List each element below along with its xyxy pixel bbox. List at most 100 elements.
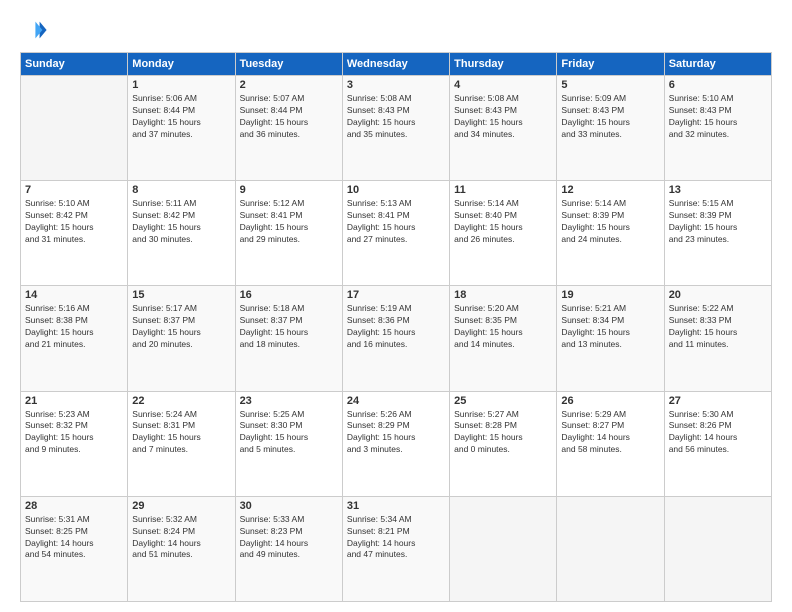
day-number: 7: [25, 184, 123, 196]
day-info: Sunrise: 5:29 AM Sunset: 8:27 PM Dayligh…: [561, 409, 659, 457]
day-info: Sunrise: 5:31 AM Sunset: 8:25 PM Dayligh…: [25, 514, 123, 562]
calendar-cell: 12 Sunrise: 5:14 AM Sunset: 8:39 PM Dayli…: [557, 181, 664, 286]
weekday-header: Tuesday: [235, 53, 342, 76]
day-number: 28: [25, 500, 123, 512]
calendar-cell: 13Sunrise: 5:15 AM Sunset: 8:39 PM Dayli…: [664, 181, 771, 286]
calendar-cell: 8 Sunrise: 5:11 AM Sunset: 8:42 PM Daylig…: [128, 181, 235, 286]
day-number: 9: [240, 184, 338, 196]
weekday-row: SundayMondayTuesdayWednesdayThursdayFrid…: [21, 53, 772, 76]
day-number: 11: [454, 184, 552, 196]
day-info: Sunrise: 5:15 AM Sunset: 8:39 PM Dayligh…: [669, 198, 767, 246]
day-info: Sunrise: 5:16 AM Sunset: 8:38 PM Dayligh…: [25, 303, 123, 351]
day-number: 6: [669, 79, 767, 91]
day-info: Sunrise: 5:19 AM Sunset: 8:36 PM Dayligh…: [347, 303, 445, 351]
weekday-header: Sunday: [21, 53, 128, 76]
weekday-header: Wednesday: [342, 53, 449, 76]
calendar-cell: 23Sunrise: 5:25 AM Sunset: 8:30 PM Dayli…: [235, 391, 342, 496]
calendar-cell: 10 Sunrise: 5:13 AM Sunset: 8:41 PM Dayli…: [342, 181, 449, 286]
day-info: Sunrise: 5:33 AM Sunset: 8:23 PM Dayligh…: [240, 514, 338, 562]
calendar-cell: [557, 496, 664, 601]
logo-icon: [20, 16, 48, 44]
calendar-cell: 19 Sunrise: 5:21 AM Sunset: 8:34 PM Dayli…: [557, 286, 664, 391]
day-number: 18: [454, 289, 552, 301]
calendar-week-row: 21Sunrise: 5:23 AM Sunset: 8:32 PM Dayli…: [21, 391, 772, 496]
calendar-cell: 7 Sunrise: 5:10 AM Sunset: 8:42 PM Daylig…: [21, 181, 128, 286]
calendar-cell: 1 Sunrise: 5:06 AM Sunset: 8:44 PM Daylig…: [128, 76, 235, 181]
calendar: SundayMondayTuesdayWednesdayThursdayFrid…: [20, 52, 772, 602]
day-info: Sunrise: 5:12 AM Sunset: 8:41 PM Dayligh…: [240, 198, 338, 246]
calendar-cell: 14 Sunrise: 5:16 AM Sunset: 8:38 PM Dayli…: [21, 286, 128, 391]
day-info: Sunrise: 5:17 AM Sunset: 8:37 PM Dayligh…: [132, 303, 230, 351]
day-number: 14: [25, 289, 123, 301]
weekday-header: Thursday: [450, 53, 557, 76]
day-info: Sunrise: 5:13 AM Sunset: 8:41 PM Dayligh…: [347, 198, 445, 246]
calendar-week-row: 28 Sunrise: 5:31 AM Sunset: 8:25 PM Dayli…: [21, 496, 772, 601]
calendar-cell: 21Sunrise: 5:23 AM Sunset: 8:32 PM Dayli…: [21, 391, 128, 496]
calendar-cell: 5 Sunrise: 5:09 AM Sunset: 8:43 PM Daylig…: [557, 76, 664, 181]
day-info: Sunrise: 5:08 AM Sunset: 8:43 PM Dayligh…: [347, 93, 445, 141]
page: SundayMondayTuesdayWednesdayThursdayFrid…: [0, 0, 792, 612]
day-info: Sunrise: 5:10 AM Sunset: 8:43 PM Dayligh…: [669, 93, 767, 141]
weekday-header: Friday: [557, 53, 664, 76]
day-number: 27: [669, 395, 767, 407]
day-info: Sunrise: 5:14 AM Sunset: 8:39 PM Dayligh…: [561, 198, 659, 246]
day-number: 17: [347, 289, 445, 301]
calendar-cell: 29 Sunrise: 5:32 AM Sunset: 8:24 PM Dayli…: [128, 496, 235, 601]
calendar-cell: 2Sunrise: 5:07 AM Sunset: 8:44 PM Daylig…: [235, 76, 342, 181]
logo: [20, 16, 52, 44]
day-info: Sunrise: 5:25 AM Sunset: 8:30 PM Dayligh…: [240, 409, 338, 457]
day-number: 4: [454, 79, 552, 91]
calendar-week-row: 7 Sunrise: 5:10 AM Sunset: 8:42 PM Daylig…: [21, 181, 772, 286]
day-number: 19: [561, 289, 659, 301]
day-number: 12: [561, 184, 659, 196]
day-info: Sunrise: 5:10 AM Sunset: 8:42 PM Dayligh…: [25, 198, 123, 246]
calendar-body: 1 Sunrise: 5:06 AM Sunset: 8:44 PM Daylig…: [21, 76, 772, 602]
day-number: 10: [347, 184, 445, 196]
day-info: Sunrise: 5:22 AM Sunset: 8:33 PM Dayligh…: [669, 303, 767, 351]
day-info: Sunrise: 5:11 AM Sunset: 8:42 PM Dayligh…: [132, 198, 230, 246]
day-number: 15: [132, 289, 230, 301]
day-number: 30: [240, 500, 338, 512]
day-info: Sunrise: 5:08 AM Sunset: 8:43 PM Dayligh…: [454, 93, 552, 141]
day-info: Sunrise: 5:06 AM Sunset: 8:44 PM Dayligh…: [132, 93, 230, 141]
calendar-cell: 25 Sunrise: 5:27 AM Sunset: 8:28 PM Dayli…: [450, 391, 557, 496]
calendar-cell: 26 Sunrise: 5:29 AM Sunset: 8:27 PM Dayli…: [557, 391, 664, 496]
calendar-table: SundayMondayTuesdayWednesdayThursdayFrid…: [20, 52, 772, 602]
calendar-cell: 11 Sunrise: 5:14 AM Sunset: 8:40 PM Dayli…: [450, 181, 557, 286]
calendar-cell: 30 Sunrise: 5:33 AM Sunset: 8:23 PM Dayli…: [235, 496, 342, 601]
day-number: 26: [561, 395, 659, 407]
day-info: Sunrise: 5:24 AM Sunset: 8:31 PM Dayligh…: [132, 409, 230, 457]
calendar-cell: 15 Sunrise: 5:17 AM Sunset: 8:37 PM Dayli…: [128, 286, 235, 391]
day-info: Sunrise: 5:27 AM Sunset: 8:28 PM Dayligh…: [454, 409, 552, 457]
calendar-cell: 18 Sunrise: 5:20 AM Sunset: 8:35 PM Dayli…: [450, 286, 557, 391]
day-info: Sunrise: 5:18 AM Sunset: 8:37 PM Dayligh…: [240, 303, 338, 351]
day-info: Sunrise: 5:20 AM Sunset: 8:35 PM Dayligh…: [454, 303, 552, 351]
calendar-cell: [664, 496, 771, 601]
calendar-week-row: 14 Sunrise: 5:16 AM Sunset: 8:38 PM Dayli…: [21, 286, 772, 391]
calendar-cell: 24Sunrise: 5:26 AM Sunset: 8:29 PM Dayli…: [342, 391, 449, 496]
day-info: Sunrise: 5:34 AM Sunset: 8:21 PM Dayligh…: [347, 514, 445, 562]
day-info: Sunrise: 5:14 AM Sunset: 8:40 PM Dayligh…: [454, 198, 552, 246]
day-info: Sunrise: 5:30 AM Sunset: 8:26 PM Dayligh…: [669, 409, 767, 457]
day-number: 29: [132, 500, 230, 512]
day-number: 20: [669, 289, 767, 301]
day-number: 3: [347, 79, 445, 91]
day-info: Sunrise: 5:09 AM Sunset: 8:43 PM Dayligh…: [561, 93, 659, 141]
day-info: Sunrise: 5:32 AM Sunset: 8:24 PM Dayligh…: [132, 514, 230, 562]
day-number: 21: [25, 395, 123, 407]
day-info: Sunrise: 5:26 AM Sunset: 8:29 PM Dayligh…: [347, 409, 445, 457]
day-number: 8: [132, 184, 230, 196]
calendar-cell: 22Sunrise: 5:24 AM Sunset: 8:31 PM Dayli…: [128, 391, 235, 496]
calendar-cell: [21, 76, 128, 181]
calendar-cell: 17 Sunrise: 5:19 AM Sunset: 8:36 PM Dayli…: [342, 286, 449, 391]
header: [20, 16, 772, 44]
calendar-header: SundayMondayTuesdayWednesdayThursdayFrid…: [21, 53, 772, 76]
calendar-cell: 3 Sunrise: 5:08 AM Sunset: 8:43 PM Daylig…: [342, 76, 449, 181]
day-number: 5: [561, 79, 659, 91]
day-number: 2: [240, 79, 338, 91]
day-info: Sunrise: 5:21 AM Sunset: 8:34 PM Dayligh…: [561, 303, 659, 351]
day-number: 25: [454, 395, 552, 407]
calendar-cell: 4 Sunrise: 5:08 AM Sunset: 8:43 PM Daylig…: [450, 76, 557, 181]
day-number: 1: [132, 79, 230, 91]
weekday-header: Saturday: [664, 53, 771, 76]
